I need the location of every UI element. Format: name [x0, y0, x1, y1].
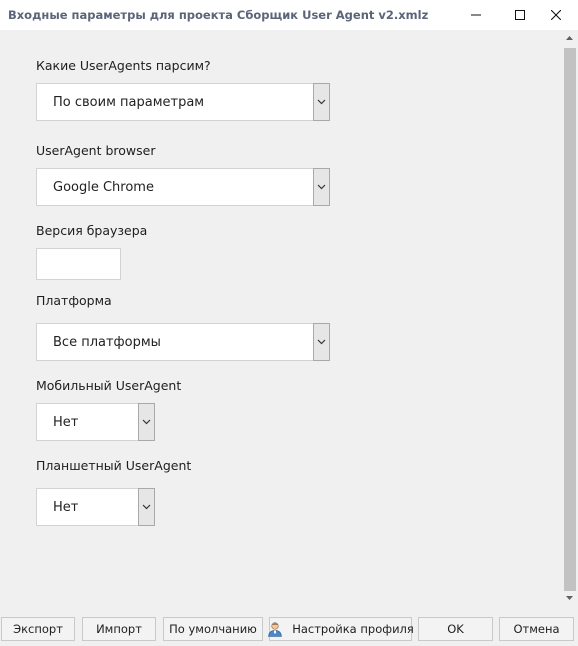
minimize-button[interactable]	[454, 0, 498, 30]
profile-settings-button-label: Настройка профиля	[292, 622, 414, 636]
tablet-label: Планшетный UserAgent	[36, 458, 192, 473]
mobile-select[interactable]: Нет	[36, 403, 155, 441]
ok-button-label: OK	[447, 622, 464, 636]
chevron-down-icon	[317, 99, 326, 105]
browser-dropdown-button[interactable]	[313, 168, 330, 206]
vertical-scrollbar[interactable]	[560, 30, 578, 606]
parameters-panel: Какие UserAgents парсим? По своим параме…	[0, 30, 560, 606]
scroll-up-button[interactable]	[560, 30, 578, 46]
defaults-button[interactable]: По умолчанию	[163, 617, 263, 641]
scroll-thumb[interactable]	[564, 48, 576, 591]
minimize-icon	[471, 14, 481, 16]
dialog-footer: Экспорт Импорт По умолчанию Настройка пр…	[0, 606, 578, 646]
chevron-down-icon	[317, 339, 326, 345]
mobile-dropdown-button[interactable]	[138, 403, 155, 441]
browser-version-label: Версия браузера	[36, 223, 148, 238]
browser-select[interactable]: Google Chrome	[36, 168, 330, 206]
parse-mode-select[interactable]: По своим параметрам	[36, 83, 330, 121]
close-button[interactable]	[534, 0, 578, 30]
browser-label: UserAgent browser	[36, 143, 156, 158]
parse-mode-dropdown-button[interactable]	[313, 83, 330, 121]
import-button-label: Импорт	[96, 622, 142, 636]
cancel-button-label: Отмена	[513, 622, 560, 636]
mobile-label: Мобильный UserAgent	[36, 378, 182, 393]
scroll-down-button[interactable]	[560, 590, 578, 606]
arrow-down-icon	[565, 596, 573, 600]
mobile-value: Нет	[53, 415, 79, 430]
title-bar: Входные параметры для проекта Сборщик Us…	[0, 0, 578, 30]
maximize-icon	[515, 10, 525, 20]
cancel-button[interactable]: Отмена	[499, 617, 574, 641]
export-button[interactable]: Экспорт	[1, 617, 75, 641]
platform-label: Платформа	[36, 293, 112, 308]
tablet-value: Нет	[53, 500, 79, 515]
export-button-label: Экспорт	[13, 622, 63, 636]
defaults-button-label: По умолчанию	[169, 622, 257, 636]
tablet-dropdown-button[interactable]	[138, 488, 155, 526]
parse-mode-value: По своим параметрам	[53, 95, 205, 110]
arrow-up-icon	[565, 36, 573, 40]
ok-button[interactable]: OK	[418, 617, 493, 641]
tablet-select[interactable]: Нет	[36, 488, 155, 526]
import-button[interactable]: Импорт	[82, 617, 156, 641]
parse-mode-label: Какие UserAgents парсим?	[36, 58, 211, 73]
window-title: Входные параметры для проекта Сборщик Us…	[8, 8, 429, 22]
chevron-down-icon	[317, 184, 326, 190]
platform-value: Все платформы	[53, 335, 161, 350]
chevron-down-icon	[142, 504, 151, 510]
platform-select[interactable]: Все платформы	[36, 323, 330, 361]
browser-version-input[interactable]	[36, 248, 121, 280]
chevron-down-icon	[142, 419, 151, 425]
profile-settings-button[interactable]: Настройка профиля	[267, 617, 414, 641]
platform-dropdown-button[interactable]	[313, 323, 330, 361]
close-icon	[551, 10, 561, 20]
user-icon	[267, 621, 283, 637]
browser-value: Google Chrome	[53, 180, 154, 195]
